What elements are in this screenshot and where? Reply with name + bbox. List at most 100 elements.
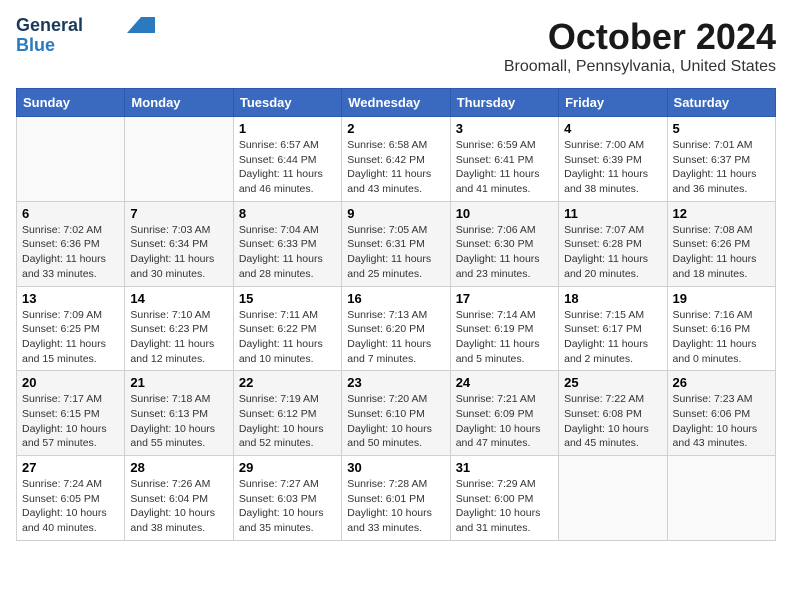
calendar-cell: 3 Sunrise: 6:59 AM Sunset: 6:41 PM Daylig…	[450, 117, 558, 202]
column-header-monday: Monday	[125, 89, 233, 117]
day-info: Sunrise: 7:01 AM Sunset: 6:37 PM Dayligh…	[673, 138, 770, 197]
calendar-week-row: 6 Sunrise: 7:02 AM Sunset: 6:36 PM Daylig…	[17, 201, 776, 286]
calendar-cell: 19 Sunrise: 7:16 AM Sunset: 6:16 PM Dayli…	[667, 286, 775, 371]
day-info: Sunrise: 7:14 AM Sunset: 6:19 PM Dayligh…	[456, 308, 553, 367]
calendar-cell: 31 Sunrise: 7:29 AM Sunset: 6:00 PM Dayli…	[450, 456, 558, 541]
day-info: Sunrise: 7:26 AM Sunset: 6:04 PM Dayligh…	[130, 477, 227, 536]
day-number: 29	[239, 460, 336, 475]
day-info: Sunrise: 6:58 AM Sunset: 6:42 PM Dayligh…	[347, 138, 444, 197]
day-number: 13	[22, 291, 119, 306]
column-header-tuesday: Tuesday	[233, 89, 341, 117]
calendar-cell: 6 Sunrise: 7:02 AM Sunset: 6:36 PM Daylig…	[17, 201, 125, 286]
day-info: Sunrise: 7:16 AM Sunset: 6:16 PM Dayligh…	[673, 308, 770, 367]
calendar-cell: 17 Sunrise: 7:14 AM Sunset: 6:19 PM Dayli…	[450, 286, 558, 371]
day-info: Sunrise: 7:23 AM Sunset: 6:06 PM Dayligh…	[673, 392, 770, 451]
day-info: Sunrise: 7:11 AM Sunset: 6:22 PM Dayligh…	[239, 308, 336, 367]
day-info: Sunrise: 7:29 AM Sunset: 6:00 PM Dayligh…	[456, 477, 553, 536]
calendar-cell	[667, 456, 775, 541]
month-title: October 2024	[504, 16, 776, 58]
day-number: 12	[673, 206, 770, 221]
day-info: Sunrise: 7:20 AM Sunset: 6:10 PM Dayligh…	[347, 392, 444, 451]
day-number: 15	[239, 291, 336, 306]
day-number: 10	[456, 206, 553, 221]
calendar-week-row: 20 Sunrise: 7:17 AM Sunset: 6:15 PM Dayli…	[17, 371, 776, 456]
day-number: 1	[239, 121, 336, 136]
day-info: Sunrise: 6:57 AM Sunset: 6:44 PM Dayligh…	[239, 138, 336, 197]
calendar-cell: 2Sunrise: 6:58 AM Sunset: 6:42 PM Daylig…	[342, 117, 450, 202]
day-info: Sunrise: 7:06 AM Sunset: 6:30 PM Dayligh…	[456, 223, 553, 282]
day-number: 5	[673, 121, 770, 136]
day-info: Sunrise: 7:19 AM Sunset: 6:12 PM Dayligh…	[239, 392, 336, 451]
calendar-cell: 11 Sunrise: 7:07 AM Sunset: 6:28 PM Dayli…	[559, 201, 667, 286]
calendar-cell	[559, 456, 667, 541]
day-info: Sunrise: 7:02 AM Sunset: 6:36 PM Dayligh…	[22, 223, 119, 282]
calendar-cell: 1 Sunrise: 6:57 AM Sunset: 6:44 PM Daylig…	[233, 117, 341, 202]
day-number: 19	[673, 291, 770, 306]
day-number: 30	[347, 460, 444, 475]
calendar-cell: 15 Sunrise: 7:11 AM Sunset: 6:22 PM Dayli…	[233, 286, 341, 371]
column-header-friday: Friday	[559, 89, 667, 117]
day-info: Sunrise: 6:59 AM Sunset: 6:41 PM Dayligh…	[456, 138, 553, 197]
day-number: 14	[130, 291, 227, 306]
day-info: Sunrise: 7:00 AM Sunset: 6:39 PM Dayligh…	[564, 138, 661, 197]
calendar-cell: 21Sunrise: 7:18 AM Sunset: 6:13 PM Dayli…	[125, 371, 233, 456]
day-info: Sunrise: 7:03 AM Sunset: 6:34 PM Dayligh…	[130, 223, 227, 282]
calendar-cell: 12 Sunrise: 7:08 AM Sunset: 6:26 PM Dayli…	[667, 201, 775, 286]
calendar-cell: 5 Sunrise: 7:01 AM Sunset: 6:37 PM Daylig…	[667, 117, 775, 202]
day-number: 23	[347, 375, 444, 390]
column-header-wednesday: Wednesday	[342, 89, 450, 117]
day-info: Sunrise: 7:04 AM Sunset: 6:33 PM Dayligh…	[239, 223, 336, 282]
calendar-cell: 9 Sunrise: 7:05 AM Sunset: 6:31 PM Daylig…	[342, 201, 450, 286]
day-number: 4	[564, 121, 661, 136]
calendar-cell: 28Sunrise: 7:26 AM Sunset: 6:04 PM Dayli…	[125, 456, 233, 541]
calendar-cell: 10 Sunrise: 7:06 AM Sunset: 6:30 PM Dayli…	[450, 201, 558, 286]
calendar-cell	[17, 117, 125, 202]
logo-icon	[127, 17, 155, 33]
day-info: Sunrise: 7:28 AM Sunset: 6:01 PM Dayligh…	[347, 477, 444, 536]
column-header-thursday: Thursday	[450, 89, 558, 117]
day-info: Sunrise: 7:13 AM Sunset: 6:20 PM Dayligh…	[347, 308, 444, 367]
day-number: 25	[564, 375, 661, 390]
title-area: October 2024 Broomall, Pennsylvania, Uni…	[504, 16, 776, 76]
day-number: 9	[347, 206, 444, 221]
day-number: 17	[456, 291, 553, 306]
day-number: 27	[22, 460, 119, 475]
day-info: Sunrise: 7:05 AM Sunset: 6:31 PM Dayligh…	[347, 223, 444, 282]
logo-text-general: General	[16, 16, 83, 36]
day-info: Sunrise: 7:07 AM Sunset: 6:28 PM Dayligh…	[564, 223, 661, 282]
calendar-cell: 30 Sunrise: 7:28 AM Sunset: 6:01 PM Dayli…	[342, 456, 450, 541]
calendar-week-row: 13 Sunrise: 7:09 AM Sunset: 6:25 PM Dayli…	[17, 286, 776, 371]
day-info: Sunrise: 7:10 AM Sunset: 6:23 PM Dayligh…	[130, 308, 227, 367]
calendar-cell: 27 Sunrise: 7:24 AM Sunset: 6:05 PM Dayli…	[17, 456, 125, 541]
calendar-cell: 14 Sunrise: 7:10 AM Sunset: 6:23 PM Dayli…	[125, 286, 233, 371]
header: General Blue October 2024 Broomall, Penn…	[16, 16, 776, 76]
day-info: Sunrise: 7:21 AM Sunset: 6:09 PM Dayligh…	[456, 392, 553, 451]
calendar-cell	[125, 117, 233, 202]
day-number: 6	[22, 206, 119, 221]
day-info: Sunrise: 7:24 AM Sunset: 6:05 PM Dayligh…	[22, 477, 119, 536]
day-number: 21	[130, 375, 227, 390]
logo: General Blue	[16, 16, 155, 56]
day-number: 22	[239, 375, 336, 390]
day-info: Sunrise: 7:15 AM Sunset: 6:17 PM Dayligh…	[564, 308, 661, 367]
calendar-cell: 24Sunrise: 7:21 AM Sunset: 6:09 PM Dayli…	[450, 371, 558, 456]
day-info: Sunrise: 7:22 AM Sunset: 6:08 PM Dayligh…	[564, 392, 661, 451]
calendar-header-row: SundayMondayTuesdayWednesdayThursdayFrid…	[17, 89, 776, 117]
calendar-cell: 18 Sunrise: 7:15 AM Sunset: 6:17 PM Dayli…	[559, 286, 667, 371]
calendar-cell: 25 Sunrise: 7:22 AM Sunset: 6:08 PM Dayli…	[559, 371, 667, 456]
calendar-cell: 29 Sunrise: 7:27 AM Sunset: 6:03 PM Dayli…	[233, 456, 341, 541]
calendar-cell: 7Sunrise: 7:03 AM Sunset: 6:34 PM Daylig…	[125, 201, 233, 286]
calendar-cell: 4 Sunrise: 7:00 AM Sunset: 6:39 PM Daylig…	[559, 117, 667, 202]
day-number: 11	[564, 206, 661, 221]
location-title: Broomall, Pennsylvania, United States	[504, 58, 776, 76]
day-number: 31	[456, 460, 553, 475]
day-info: Sunrise: 7:27 AM Sunset: 6:03 PM Dayligh…	[239, 477, 336, 536]
calendar-cell: 20 Sunrise: 7:17 AM Sunset: 6:15 PM Dayli…	[17, 371, 125, 456]
day-info: Sunrise: 7:08 AM Sunset: 6:26 PM Dayligh…	[673, 223, 770, 282]
day-number: 18	[564, 291, 661, 306]
calendar-cell: 16Sunrise: 7:13 AM Sunset: 6:20 PM Dayli…	[342, 286, 450, 371]
day-info: Sunrise: 7:09 AM Sunset: 6:25 PM Dayligh…	[22, 308, 119, 367]
day-info: Sunrise: 7:17 AM Sunset: 6:15 PM Dayligh…	[22, 392, 119, 451]
day-number: 3	[456, 121, 553, 136]
day-number: 20	[22, 375, 119, 390]
